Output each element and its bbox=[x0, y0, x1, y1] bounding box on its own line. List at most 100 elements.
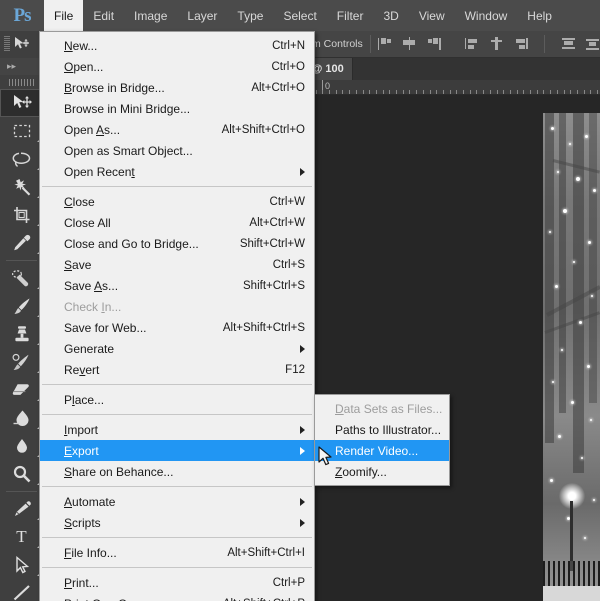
park-fence bbox=[543, 561, 600, 587]
submenu-arrow-icon bbox=[300, 425, 305, 434]
align-left-edges-icon[interactable] bbox=[377, 37, 393, 51]
menubar-item-type[interactable]: Type bbox=[227, 0, 273, 31]
menubar-item-help[interactable]: Help bbox=[517, 0, 562, 31]
align-right-edges-icon[interactable] bbox=[426, 37, 441, 51]
ruler-tick-minor bbox=[375, 90, 377, 94]
dodge-tool[interactable] bbox=[0, 460, 43, 488]
file-menu-item-open-recent[interactable]: Open Recent bbox=[40, 161, 314, 182]
menu-item-label: Close bbox=[64, 194, 95, 209]
menu-item-label: Automate bbox=[64, 494, 116, 509]
move-tool-icon bbox=[13, 36, 29, 53]
file-menu-item-save-for-web[interactable]: Save for Web... Alt+Shift+Ctrl+S bbox=[40, 317, 314, 338]
brush-tool[interactable] bbox=[0, 292, 43, 320]
file-menu-item-import[interactable]: Import bbox=[40, 419, 314, 440]
menubar-item-image[interactable]: Image bbox=[124, 0, 177, 31]
menu-separator bbox=[42, 567, 312, 568]
file-menu-item-print-one-copy[interactable]: Print One Copy Alt+Shift+Ctrl+P bbox=[40, 593, 314, 601]
clone-stamp-tool[interactable] bbox=[0, 320, 43, 348]
file-menu-item-browse-in-mini-bridge[interactable]: Browse in Mini Bridge... bbox=[40, 98, 314, 119]
blur-tool[interactable] bbox=[0, 432, 43, 460]
magic-wand-tool[interactable] bbox=[0, 173, 43, 201]
menubar-item-select[interactable]: Select bbox=[273, 0, 326, 31]
options-bar-grip[interactable] bbox=[4, 36, 10, 52]
lasso-tool[interactable] bbox=[0, 145, 43, 173]
eyedropper-tool[interactable] bbox=[0, 229, 43, 257]
move-tool[interactable] bbox=[0, 89, 43, 117]
file-menu-item-export[interactable]: Export bbox=[40, 440, 314, 461]
document-image[interactable] bbox=[543, 113, 600, 601]
menu-item-shortcut: Shift+Ctrl+W bbox=[239, 237, 305, 250]
file-menu-item-close-and-go-to-bridge[interactable]: Close and Go to Bridge... Shift+Ctrl+W bbox=[40, 233, 314, 254]
distribute-top-edges-icon[interactable] bbox=[561, 37, 576, 51]
tools-panel-grip[interactable] bbox=[0, 75, 43, 89]
file-menu-item-open[interactable]: Open... Ctrl+O bbox=[40, 56, 314, 77]
menu-item-shortcut: Alt+Ctrl+O bbox=[251, 81, 305, 94]
line-tool[interactable] bbox=[0, 579, 43, 601]
menu-separator bbox=[42, 384, 312, 385]
file-menu-item-new[interactable]: New... Ctrl+N bbox=[40, 35, 314, 56]
snow-ground bbox=[543, 586, 600, 601]
ruler-tick-minor bbox=[369, 90, 371, 94]
history-brush-tool[interactable] bbox=[0, 348, 43, 376]
menu-item-label: Print One Copy bbox=[64, 597, 146, 601]
rectangular-marquee-tool[interactable] bbox=[0, 117, 43, 145]
file-menu-item-revert[interactable]: Revert F12 bbox=[40, 359, 314, 380]
menu-item-shortcut: Alt+Shift+Ctrl+S bbox=[222, 321, 305, 334]
ruler-tick-minor bbox=[422, 90, 424, 94]
file-menu-item-file-info[interactable]: File Info... Alt+Shift+Ctrl+I bbox=[40, 542, 314, 563]
ruler-tick-minor bbox=[436, 90, 438, 94]
menu-item-label: Open As... bbox=[64, 122, 121, 137]
file-menu-item-automate[interactable]: Automate bbox=[40, 491, 314, 512]
file-menu-item-browse-in-bridge[interactable]: Browse in Bridge... Alt+Ctrl+O bbox=[40, 77, 314, 98]
options-tool-preset[interactable] bbox=[0, 30, 44, 58]
menubar-item-edit[interactable]: Edit bbox=[83, 0, 124, 31]
path-selection-tool[interactable] bbox=[0, 551, 43, 579]
pen-tool[interactable] bbox=[0, 495, 43, 523]
tools-divider-1 bbox=[6, 260, 37, 261]
file-menu-item-place[interactable]: Place... bbox=[40, 389, 314, 410]
file-menu-item-print[interactable]: Print... Ctrl+P bbox=[40, 572, 314, 593]
menu-item-label: Open... bbox=[64, 59, 104, 74]
menu-item-label: Data Sets as Files... bbox=[335, 401, 443, 416]
collapse-panel-icon[interactable]: ▸▸ bbox=[0, 58, 43, 75]
file-menu-item-open-as-smart-object[interactable]: Open as Smart Object... bbox=[40, 140, 314, 161]
ruler-tick-minor bbox=[590, 90, 592, 94]
eraser-tool[interactable] bbox=[0, 376, 43, 404]
distribute-vertical-centers-icon[interactable] bbox=[585, 37, 600, 51]
menu-item-label: Save As... bbox=[64, 278, 119, 293]
file-menu-item-save[interactable]: Save Ctrl+S bbox=[40, 254, 314, 275]
menubar-item-view[interactable]: View bbox=[409, 0, 455, 31]
menubar-item-window[interactable]: Window bbox=[455, 0, 518, 31]
export-item-zoomify[interactable]: Zoomify... bbox=[315, 461, 449, 482]
align-top-edges-icon[interactable] bbox=[464, 37, 480, 51]
export-item-paths-to-illustrator[interactable]: Paths to Illustrator... bbox=[315, 419, 449, 440]
file-menu-item-generate[interactable]: Generate bbox=[40, 338, 314, 359]
file-menu-item-scripts[interactable]: Scripts bbox=[40, 512, 314, 533]
export-item-render-video[interactable]: Render Video... bbox=[315, 440, 449, 461]
align-horizontal-centers-icon[interactable] bbox=[402, 37, 417, 51]
horizontal-type-tool[interactable]: T bbox=[0, 523, 43, 551]
photoshop-window: Ps File Edit Image Layer Type Select Filter 3D V… bbox=[0, 0, 600, 601]
ruler-tick-minor bbox=[476, 90, 478, 94]
menubar-item-3d[interactable]: 3D bbox=[373, 0, 408, 31]
file-menu-item-open-as[interactable]: Open As... Alt+Shift+Ctrl+O bbox=[40, 119, 314, 140]
file-menu-item-share-on-behance[interactable]: Share on Behance... bbox=[40, 461, 314, 482]
file-menu-dropdown: New... Ctrl+N Open... Ctrl+O Browse in Bridg… bbox=[39, 31, 315, 601]
file-menu-item-save-as[interactable]: Save As... Shift+Ctrl+S bbox=[40, 275, 314, 296]
ruler-tick-minor bbox=[469, 90, 471, 94]
ruler-tick-minor bbox=[416, 90, 418, 94]
menu-item-shortcut: Ctrl+P bbox=[272, 576, 305, 589]
file-menu-item-close[interactable]: Close Ctrl+W bbox=[40, 191, 314, 212]
ruler-tick-minor bbox=[509, 90, 511, 94]
gradient-tool[interactable] bbox=[0, 404, 43, 432]
menubar-item-layer[interactable]: Layer bbox=[177, 0, 227, 31]
ruler-tick-minor bbox=[402, 90, 404, 94]
spot-healing-brush-tool[interactable] bbox=[0, 264, 43, 292]
crop-tool[interactable] bbox=[0, 201, 43, 229]
menubar-item-file[interactable]: File bbox=[44, 0, 84, 31]
align-vertical-centers-icon[interactable] bbox=[489, 37, 504, 51]
align-bottom-edges-icon[interactable] bbox=[513, 37, 528, 51]
ruler-tick-minor bbox=[496, 90, 498, 94]
menubar-item-filter[interactable]: Filter bbox=[327, 0, 374, 31]
file-menu-item-close-all[interactable]: Close All Alt+Ctrl+W bbox=[40, 212, 314, 233]
